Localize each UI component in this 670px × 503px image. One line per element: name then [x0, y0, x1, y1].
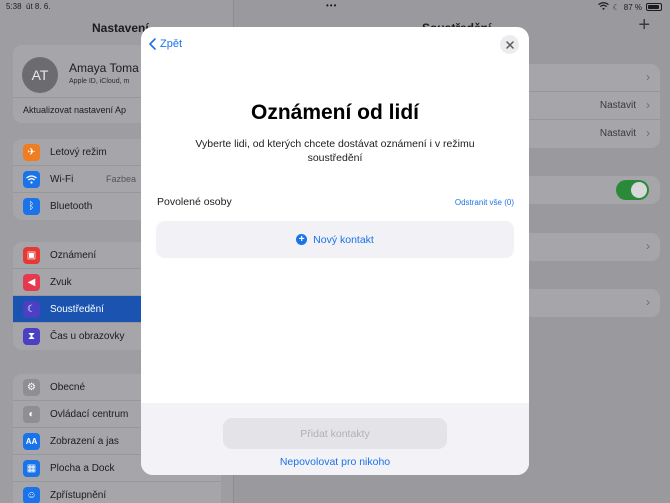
- sidebar-item-label: Bluetooth: [50, 201, 93, 212]
- update-settings-link[interactable]: Aktualizovat nastavení Ap: [23, 105, 126, 115]
- control-center-icon: ◐: [23, 406, 40, 423]
- chevron-left-icon: [149, 38, 156, 50]
- battery-percent: 87 %: [623, 2, 642, 12]
- remove-all-button[interactable]: Odstranit vše (0): [455, 198, 514, 207]
- gear-icon: ⚙: [23, 379, 40, 396]
- add-contacts-button[interactable]: Přidat kontakty: [223, 418, 447, 449]
- clock-time: 5:38: [6, 2, 22, 11]
- sound-icon: ◀: [23, 274, 40, 291]
- hourglass-icon: ⧗: [23, 328, 40, 345]
- battery-icon: [646, 3, 662, 11]
- plus-circle-icon: +: [296, 234, 308, 245]
- allow-none-button[interactable]: Nepovolovat pro nikoho: [141, 456, 529, 468]
- chevron-right-icon: ›: [646, 70, 650, 84]
- focus-row-value: Nastavit: [599, 128, 636, 139]
- sidebar-item-label: Wi-Fi: [50, 173, 74, 185]
- status-indicators: ☾ 87 %: [597, 2, 662, 12]
- sidebar-item-label: Plocha a Dock: [50, 462, 115, 474]
- chevron-right-icon: ›: [646, 295, 650, 309]
- focus-row-value: Nastavit: [599, 100, 636, 111]
- clock-date: út 8. 6.: [26, 2, 51, 11]
- sidebar-title: Nastavení: [92, 21, 149, 35]
- sidebar-item-label: Ovládací centrum: [50, 408, 129, 420]
- close-button[interactable]: [500, 35, 519, 54]
- sidebar-item-accessibility[interactable]: ☺ Zpřístupnění: [13, 482, 221, 503]
- sidebar-item-label: Obecné: [50, 381, 86, 393]
- sidebar-item-label: Čas u obrazovky: [50, 331, 125, 342]
- back-label: Zpět: [160, 38, 183, 50]
- allowed-people-label: Povolené osoby: [157, 196, 232, 208]
- new-contact-button[interactable]: + Nový kontakt: [156, 221, 514, 258]
- notifications-icon: ▣: [23, 247, 40, 264]
- moon-icon: ☾: [23, 301, 40, 318]
- airplane-icon: ✈: [23, 144, 40, 161]
- sheet-title: Oznámení od lidí: [250, 101, 419, 124]
- avatar: AT: [22, 57, 58, 93]
- sidebar-item-label: Zpřístupnění: [50, 490, 107, 501]
- multitasking-dots-icon[interactable]: •••: [326, 1, 337, 10]
- sidebar-item-label: Zvuk: [50, 276, 72, 288]
- profile-subtitle: Apple ID, iCloud, m: [69, 78, 130, 85]
- notifications-from-people-sheet: Zpět Oznámení od lidí Vyberte lidi, od k…: [141, 27, 529, 475]
- sidebar-item-label: Oznámení: [50, 249, 97, 261]
- close-icon: [505, 36, 514, 54]
- moon-status-icon: ☾: [612, 2, 620, 12]
- new-contact-label: Nový kontakt: [313, 233, 374, 246]
- focus-toggle[interactable]: [616, 180, 649, 200]
- status-time: 5:38 út 8. 6.: [6, 2, 51, 11]
- display-icon: AA: [23, 433, 40, 450]
- home-screen-icon: ▦: [23, 460, 40, 477]
- add-focus-button[interactable]: +: [638, 14, 650, 37]
- back-button[interactable]: Zpět: [149, 38, 182, 50]
- chevron-right-icon: ›: [646, 239, 650, 253]
- wifi-status-icon: [597, 2, 609, 12]
- chevron-right-icon: ›: [646, 98, 650, 112]
- chevron-right-icon: ›: [646, 126, 650, 140]
- sidebar-item-label: Soustředění: [50, 303, 104, 315]
- sidebar-item-label: Letový režim: [50, 146, 107, 158]
- bluetooth-icon: ᛒ: [23, 198, 40, 215]
- sidebar-item-label: Zobrazení a jas: [50, 435, 119, 447]
- wifi-icon: [23, 171, 40, 188]
- sheet-description: Vyberte lidi, od kterých chcete dostávat…: [195, 138, 475, 164]
- accessibility-icon: ☺: [23, 487, 40, 503]
- sheet-footer: Přidat kontakty Nepovolovat pro nikoho: [141, 403, 529, 475]
- profile-name: Amaya Toma: [69, 61, 139, 75]
- status-bar: 5:38 út 8. 6. ••• ☾ 87 %: [0, 0, 670, 14]
- wifi-network-value: Fazbea: [106, 174, 137, 184]
